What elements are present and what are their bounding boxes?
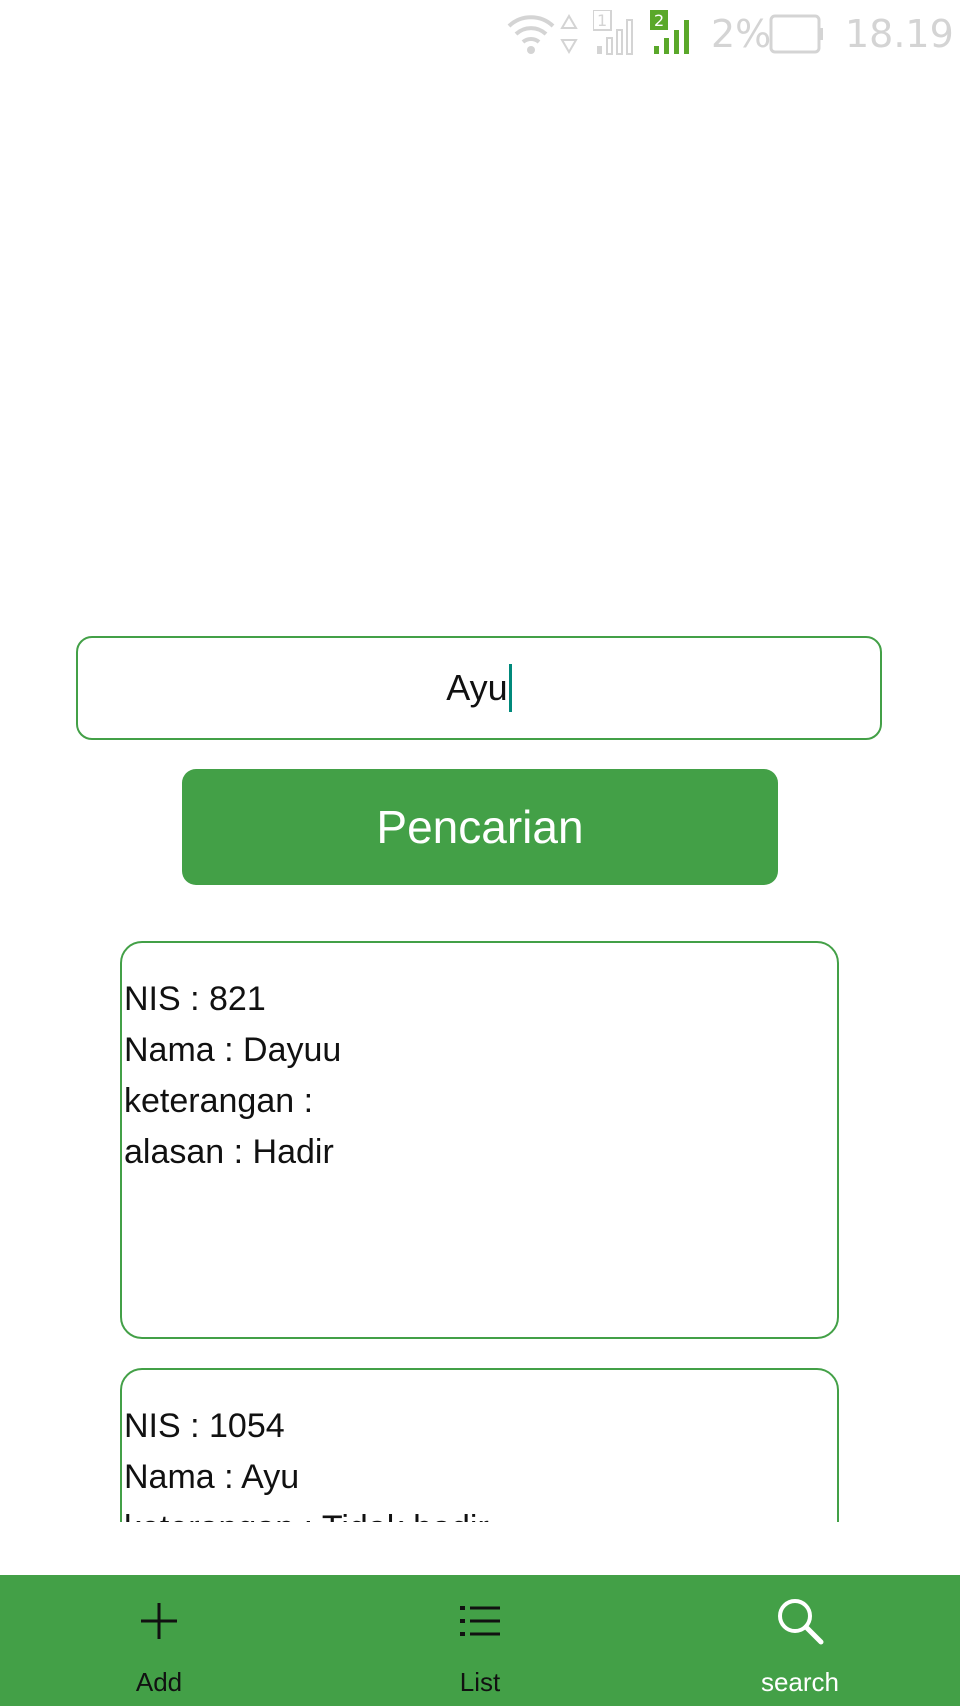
- clock: 18.19: [845, 12, 954, 56]
- nav-label-add: Add: [135, 1667, 183, 1697]
- svg-text:2: 2: [654, 11, 664, 30]
- keterangan-label: keterangan :: [124, 1082, 314, 1120]
- nama-label: Nama : Dayuu: [124, 1031, 342, 1069]
- nav-label-search: search: [760, 1667, 840, 1697]
- sim1-signal-icon: 1: [593, 10, 633, 55]
- nav-item-add[interactable]: Add: [59, 1575, 259, 1706]
- nav-item-list[interactable]: List: [380, 1575, 580, 1706]
- nis-label: NIS : 1054: [124, 1407, 285, 1445]
- nama-label: Nama : Ayu: [124, 1458, 300, 1496]
- nav-item-search[interactable]: search: [700, 1575, 900, 1706]
- sim2-signal-icon: 2: [650, 10, 689, 54]
- results-list[interactable]: NIS : 821 Nama : Dayuu keterangan : alas…: [0, 930, 960, 1522]
- list-item[interactable]: NIS : 1054 Nama : Ayu keterangan : Tidak…: [120, 1368, 839, 1522]
- plus-icon: [141, 1603, 177, 1639]
- svg-text:1: 1: [597, 11, 607, 30]
- wifi-icon: [507, 15, 555, 54]
- data-arrows-icon: [560, 14, 578, 54]
- nis-label: NIS : 821: [124, 980, 266, 1018]
- nav-label-list: List: [459, 1667, 501, 1697]
- search-button[interactable]: Pencarian: [182, 769, 778, 885]
- search-icon: [778, 1599, 824, 1645]
- alasan-label: alasan : Hadir: [124, 1133, 334, 1171]
- battery-percent: 2%: [711, 12, 772, 56]
- search-input[interactable]: [76, 636, 882, 740]
- battery-icon: [769, 14, 823, 54]
- bottom-navigation: Add List search: [0, 1575, 960, 1706]
- status-bar: 1 2 2% 18.19: [0, 0, 960, 70]
- list-icon: [460, 1606, 500, 1636]
- keterangan-label: keterangan : Tidak hadir: [122, 1503, 837, 1522]
- list-item[interactable]: NIS : 821 Nama : Dayuu keterangan : alas…: [120, 941, 839, 1339]
